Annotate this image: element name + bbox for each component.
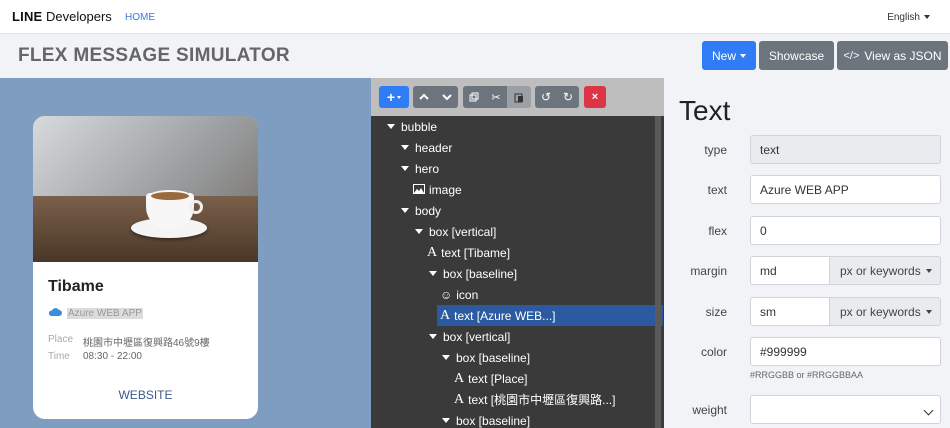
tree-item[interactable]: ☺ icon [440,284,478,305]
place-label: Place [48,334,74,345]
margin-unit-dropdown[interactable]: px or keywords [829,256,941,285]
tree-item-selected[interactable]: Atext [Azure WEB...] [437,305,663,326]
properties-title: Text [679,95,731,126]
tree-item[interactable]: Atext [Place] [454,368,528,389]
move-up-button[interactable] [413,86,435,108]
chevron-down-icon [923,405,934,416]
text-icon: A [440,307,451,323]
chevron-down-icon [441,94,452,101]
chevron-down-icon [925,309,932,314]
tree-item[interactable]: Atext [Tibame] [427,242,510,263]
weight-select[interactable] [750,395,941,424]
delete-button[interactable]: × [584,86,606,108]
size-label: size [705,305,727,319]
line-developers-logo[interactable]: LINE Developers [12,9,112,24]
text-icon: A [454,391,465,407]
showcase-button[interactable]: Showcase [759,41,834,70]
home-link[interactable]: HOME [125,12,155,23]
caret-down-icon [415,229,423,234]
time-value: 08:30 - 22:00 [83,351,142,362]
caret-down-icon [442,355,450,360]
tree-scrollbar[interactable] [655,116,661,428]
component-tree-panel: + ✂ ↺ ↻ × bubble header hero image body … [371,78,664,428]
copy-icon [469,92,479,102]
caret-down-icon [429,271,437,276]
color-label: color [700,345,727,359]
code-icon: </> [843,49,860,62]
flex-bubble-card: Tibame Azure WEB APP Place 桃園市中壢區復興路46號9… [33,116,258,419]
language-selector[interactable]: English [887,12,930,23]
smile-icon: ☺ [440,287,453,302]
card-title: Tibame [48,278,104,295]
tree-item[interactable]: bubble [387,116,437,137]
text-icon: A [427,244,438,260]
website-button[interactable]: WEBSITE [33,388,258,402]
page-title: FLEX MESSAGE SIMULATOR [18,45,290,66]
tree-item[interactable]: hero [401,158,439,179]
add-component-button[interactable]: + [379,86,409,108]
copy-button[interactable] [463,86,485,108]
margin-label: margin [690,264,727,278]
close-icon: × [591,91,599,103]
undo-button[interactable]: ↺ [535,86,557,108]
flex-label: flex [708,224,727,238]
caret-down-icon [429,334,437,339]
scissors-icon: ✂ [491,91,501,104]
time-label: Time [48,351,70,362]
redo-button[interactable]: ↻ [557,86,579,108]
color-input[interactable]: #999999 [750,337,941,366]
tree-item[interactable]: box [baseline] [442,347,530,368]
text-label: text [707,183,727,197]
new-button[interactable]: New [702,41,756,70]
caret-down-icon [387,124,395,129]
text-input[interactable]: Azure WEB APP [750,175,941,204]
caret-down-icon [401,166,409,171]
undo-icon: ↺ [540,90,552,104]
tree-item[interactable]: box [baseline] [429,263,517,284]
caret-down-icon [401,208,409,213]
tree-item[interactable]: box [vertical] [429,326,510,347]
cut-button[interactable]: ✂ [485,86,507,108]
place-value: 桃園市中壢區復興路46號9樓 [83,338,210,349]
move-down-button[interactable] [435,86,458,108]
caret-down-icon [442,418,450,423]
weight-label: weight [692,403,727,417]
text-icon: A [454,370,465,386]
image-icon [413,183,425,197]
tree-toolbar: + ✂ ↺ ↻ × [371,78,664,116]
chevron-up-icon [419,93,429,100]
size-unit-dropdown[interactable]: px or keywords [829,297,941,326]
component-tree: bubble header hero image body box [verti… [371,116,664,428]
type-label: type [704,143,727,157]
size-input[interactable]: sm [750,297,830,326]
app-name-text: Azure WEB APP [67,308,143,319]
redo-icon: ↻ [562,90,574,104]
tree-item[interactable]: box [vertical] [415,221,496,242]
tree-item[interactable]: body [401,200,441,221]
properties-panel: Text type text text Azure WEB APP flex 0… [664,78,950,428]
paste-button[interactable] [507,86,531,108]
chevron-down-icon [397,95,402,99]
flex-input[interactable]: 0 [750,216,941,245]
color-hint: #RRGGBB or #RRGGBBAA [750,370,864,380]
tree-item[interactable]: image [413,179,462,200]
view-as-json-button[interactable]: </> View as JSON [837,41,948,70]
paste-icon [514,93,523,102]
hero-image [33,116,258,262]
top-navbar: LINE Developers HOME English [0,0,950,34]
tree-item[interactable]: box [baseline] [442,410,530,428]
type-field: text [750,135,941,164]
cloud-icon [48,308,62,316]
margin-input[interactable]: md [750,256,830,285]
chevron-down-icon [740,53,746,58]
tree-item[interactable]: header [401,137,452,158]
chevron-down-icon [924,15,930,20]
chevron-down-icon [925,268,932,273]
preview-panel: Tibame Azure WEB APP Place 桃園市中壢區復興路46號9… [0,78,371,428]
tree-item[interactable]: Atext [桃園市中壢區復興路...] [454,389,615,410]
caret-down-icon [401,145,409,150]
